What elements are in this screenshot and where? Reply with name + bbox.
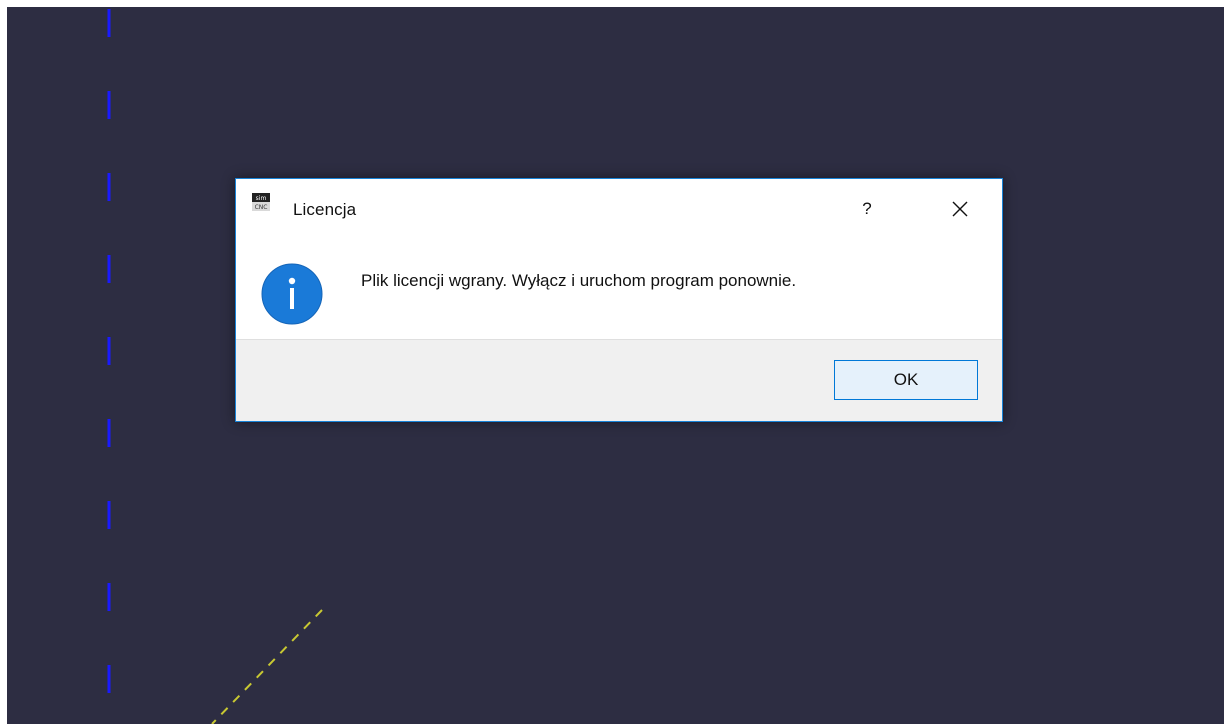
license-dialog: sim CNC Licencja ? Plik licencji wgrany.…: [235, 178, 1003, 422]
svg-text:sim: sim: [256, 195, 267, 202]
cad-canvas[interactable]: sim CNC Licencja ? Plik licencji wgrany.…: [7, 7, 1224, 724]
dialog-title: Licencja: [293, 200, 357, 219]
information-icon: [261, 263, 323, 325]
ok-button[interactable]: OK: [834, 360, 978, 400]
diagonal-toolpath-line: [211, 609, 323, 724]
help-button[interactable]: ?: [847, 193, 887, 225]
dialog-titlebar[interactable]: sim CNC Licencja ?: [236, 179, 1002, 241]
close-button[interactable]: [938, 193, 982, 225]
dialog-button-bar: OK: [236, 339, 1002, 421]
svg-text:CNC: CNC: [255, 204, 268, 211]
simcnc-app-icon: sim CNC: [252, 193, 270, 211]
dialog-message: Plik licencji wgrany. Wyłącz i uruchom p…: [361, 271, 797, 290]
close-icon: [952, 201, 968, 217]
